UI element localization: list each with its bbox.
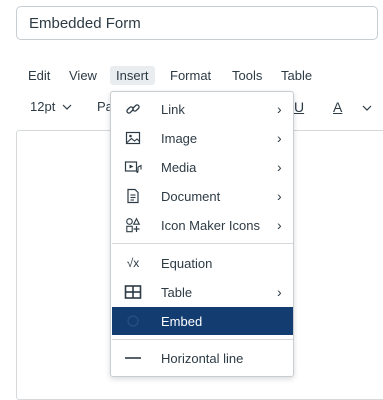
menu-item-embed[interactable]: Embed <box>112 307 293 335</box>
menu-tools[interactable]: Tools <box>226 66 268 85</box>
chevron-right-icon: › <box>277 159 282 175</box>
menu-item-table[interactable]: Table › <box>112 278 293 306</box>
menu-divider <box>112 339 293 340</box>
horizontal-line-icon <box>124 350 142 366</box>
menu-item-image[interactable]: Image › <box>112 124 293 152</box>
font-size-value: 12pt <box>30 99 56 114</box>
menu-insert[interactable]: Insert <box>110 66 155 85</box>
icon-maker-icon <box>124 217 142 233</box>
chevron-right-icon: › <box>277 130 282 146</box>
text-color-button[interactable]: A <box>333 99 342 115</box>
menu-item-media[interactable]: Media › <box>112 153 293 181</box>
embed-icon <box>124 313 142 329</box>
menu-item-link[interactable]: Link › <box>112 95 293 123</box>
chevron-right-icon: › <box>277 188 282 204</box>
menu-item-document[interactable]: Document › <box>112 182 293 210</box>
chevron-right-icon: › <box>277 217 282 233</box>
chevron-down-icon <box>62 104 72 110</box>
menu-divider <box>112 243 293 244</box>
menu-item-horizontal-line[interactable]: Horizontal line <box>112 344 293 372</box>
menu-table[interactable]: Table <box>275 66 318 85</box>
menu-item-icon-maker-icons[interactable]: Icon Maker Icons › <box>112 211 293 239</box>
menu-edit[interactable]: Edit <box>22 66 56 85</box>
insert-menu-dropdown: Link › Image › Media › Document › Icon M… <box>110 91 294 377</box>
table-icon <box>124 284 142 300</box>
document-icon <box>124 188 142 204</box>
menu-format[interactable]: Format <box>164 66 217 85</box>
link-icon <box>124 101 142 117</box>
menu-item-equation[interactable]: √x Equation <box>112 249 293 277</box>
equation-icon: √x <box>126 256 140 270</box>
chevron-right-icon: › <box>277 101 282 117</box>
title-input[interactable] <box>16 6 378 40</box>
media-icon <box>124 159 142 175</box>
chevron-down-icon[interactable] <box>362 104 372 112</box>
image-icon <box>124 130 142 146</box>
menu-view[interactable]: View <box>63 66 103 85</box>
chevron-right-icon: › <box>277 284 282 300</box>
underline-button[interactable]: U <box>294 99 304 115</box>
font-size-select[interactable]: 12pt <box>30 99 72 114</box>
